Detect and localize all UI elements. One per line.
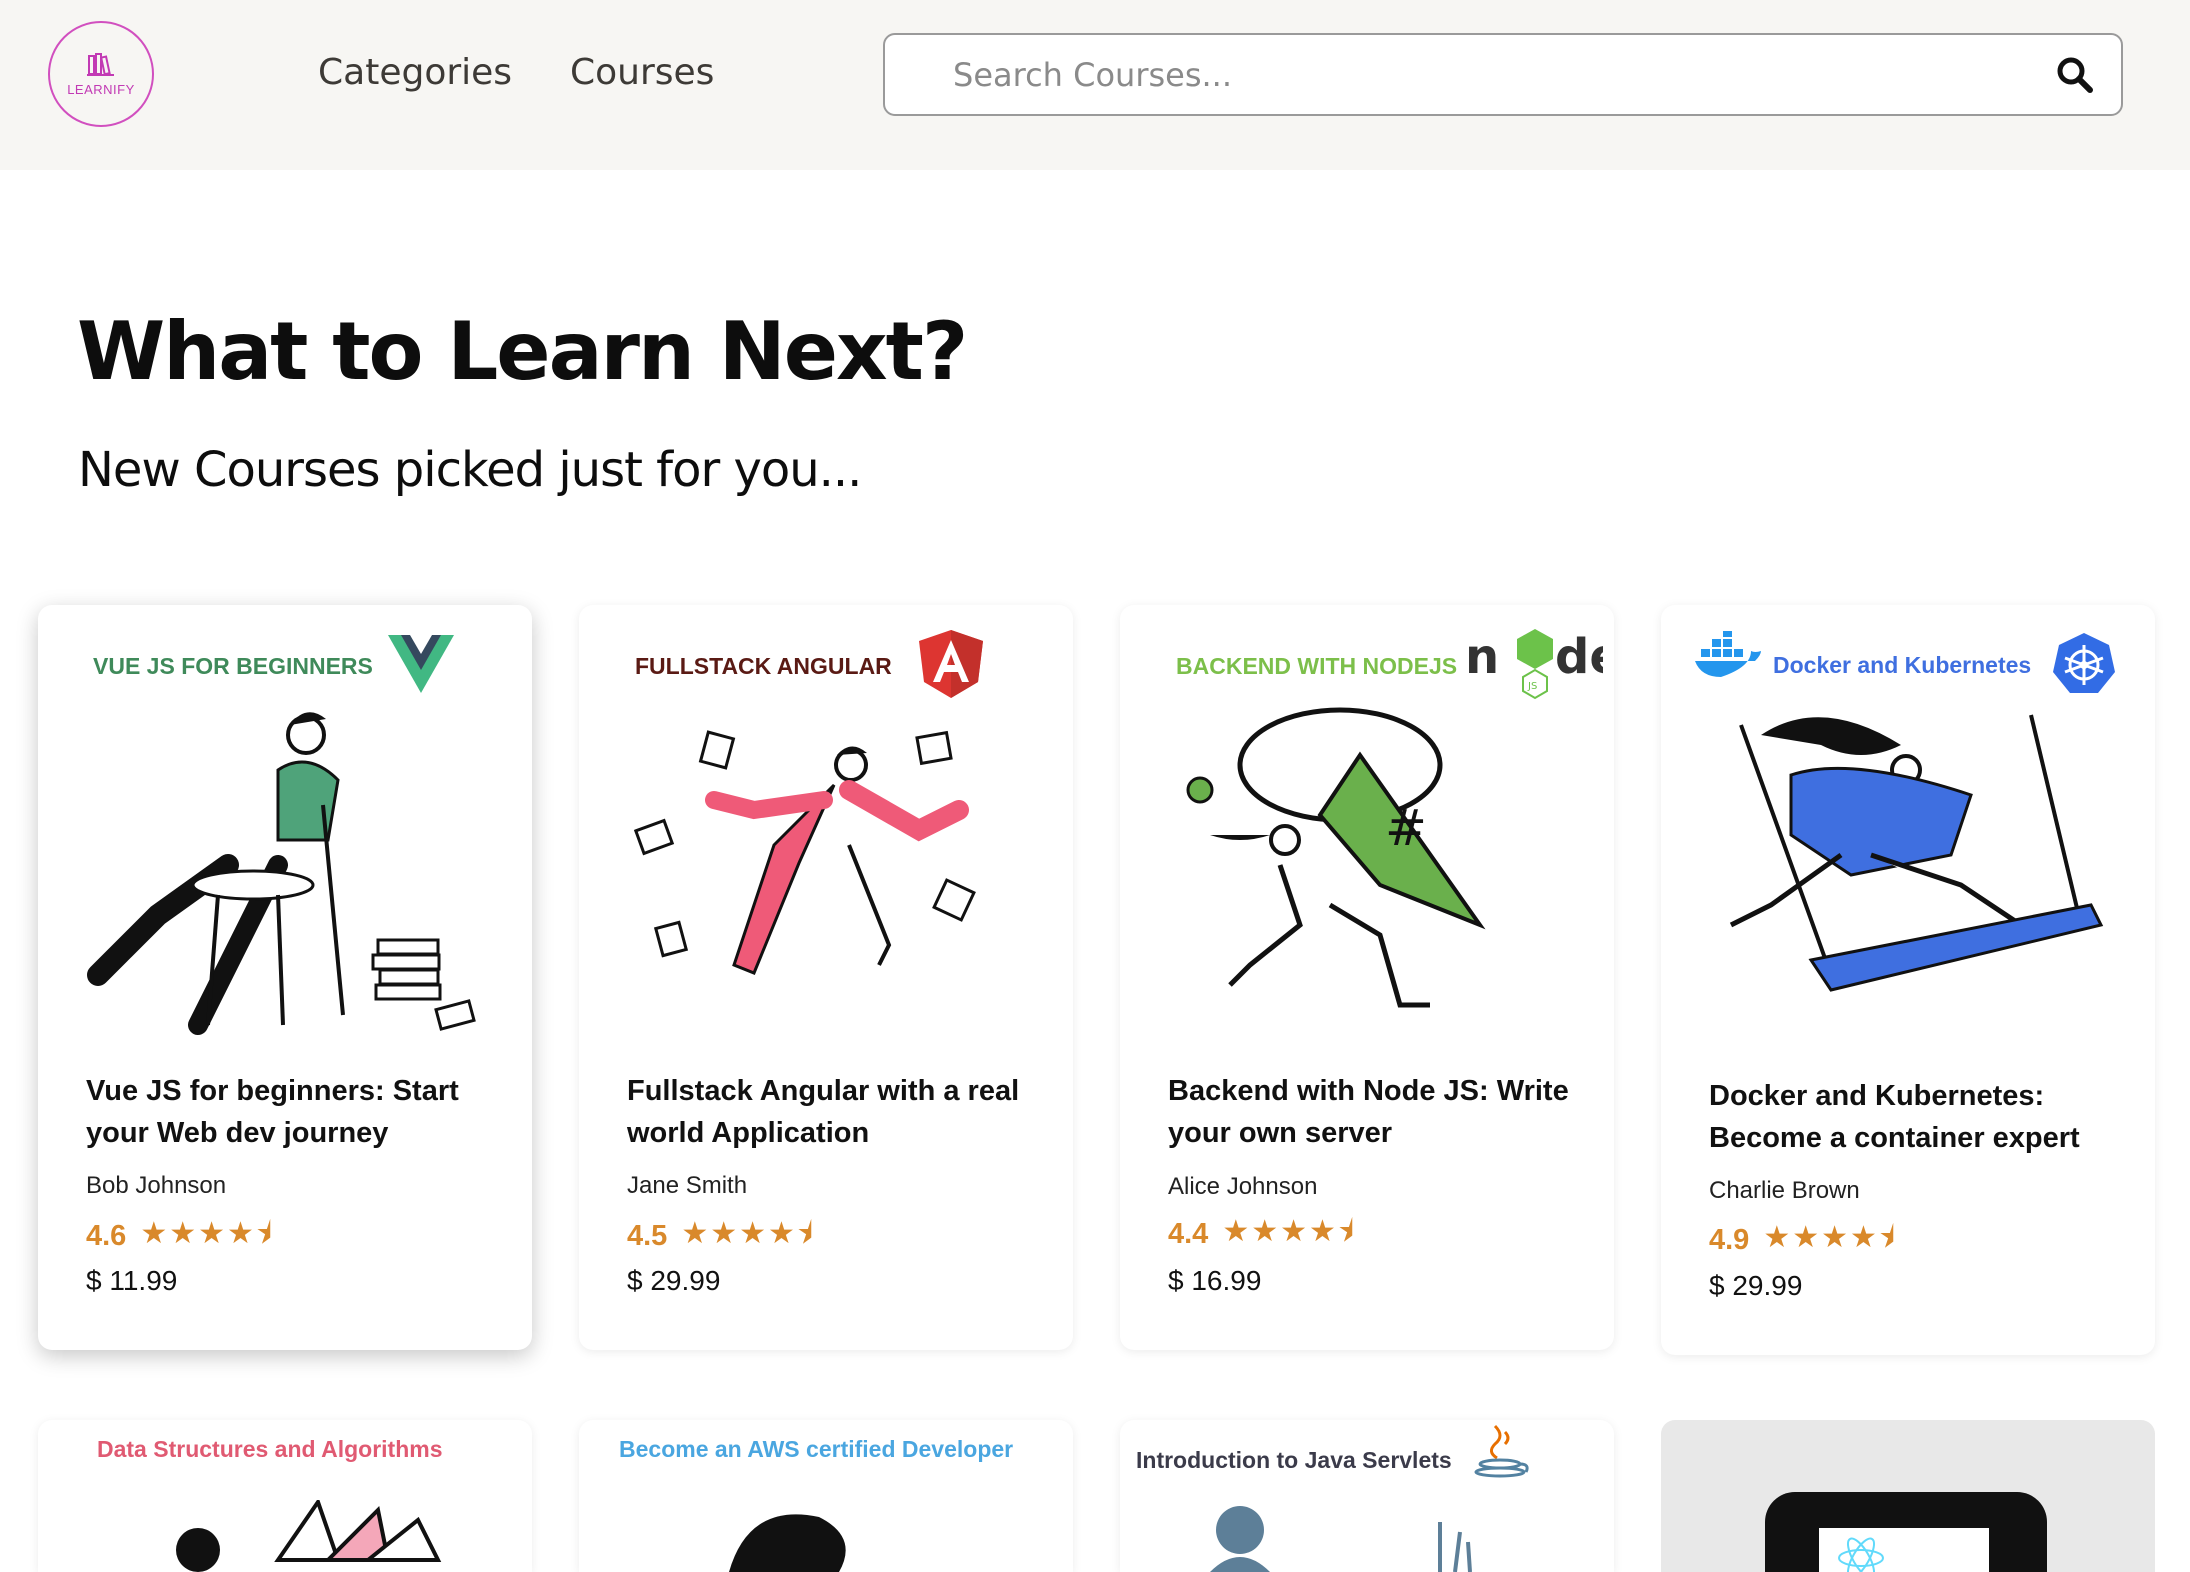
course-card-docker[interactable]: Docker and Kubernetes Docker and Kuberne… (1661, 605, 2155, 1355)
star-rating-icon: ★★★★⯨ (140, 1217, 274, 1250)
react-laptop-illustration (1765, 1492, 2047, 1572)
search-input[interactable] (951, 49, 1995, 101)
course-price: $ 16.99 (1168, 1265, 1262, 1296)
course-author: Charlie Brown (1709, 1177, 1860, 1204)
course-tag: VUE JS FOR BEGINNERS (93, 653, 373, 679)
rating-value: 4.5 (627, 1220, 668, 1252)
svg-text:JS: JS (1527, 681, 1537, 692)
star-rating-icon: ★★★★⯨ (1222, 1215, 1356, 1248)
card-header: FULLSTACK ANGULAR (579, 630, 1073, 705)
course-card-angular[interactable]: FULLSTACK ANGULAR Fullstack Angular with… (579, 605, 1073, 1350)
rating-value: 4.9 (1709, 1224, 1750, 1256)
person-reading-chair-illustration (87, 712, 476, 1035)
course-card-nodejs[interactable]: BACKEND WITH NODEJS n de JS # Backend wi… (1120, 605, 1614, 1350)
course-tag: Become an AWS certified Developer (619, 1436, 1014, 1462)
course-author: Jane Smith (627, 1172, 748, 1199)
svg-text:de: de (1555, 629, 1603, 685)
page-subtitle: New Courses picked just for you... (78, 442, 862, 498)
course-author: Bob Johnson (86, 1172, 227, 1199)
docker-logo-icon (1695, 631, 1761, 677)
nav-categories[interactable]: Categories (318, 52, 512, 93)
course-rating: 4.4 ★★★★⯨ (1168, 1209, 1356, 1260)
java-servlets-illustration (1210, 1506, 1472, 1572)
card-header: BACKEND WITH NODEJS n de JS (1120, 629, 1614, 705)
course-card-vue[interactable]: VUE JS FOR BEGINNERS Vue JS for beginner… (38, 605, 532, 1350)
rating-value: 4.4 (1168, 1218, 1209, 1250)
search-bar (883, 33, 2123, 116)
kubernetes-logo-icon (2053, 633, 2115, 693)
course-price: $ 11.99 (86, 1265, 178, 1296)
course-tag: FULLSTACK ANGULAR (635, 653, 892, 679)
nav-courses[interactable]: Courses (570, 52, 714, 93)
page-title: What to Learn Next? (77, 305, 968, 398)
star-rating-icon: ★★★★⯨ (681, 1217, 815, 1250)
course-rating: 4.9 ★★★★⯨ (1709, 1215, 1897, 1266)
card-header: Docker and Kubernetes (1661, 631, 2155, 705)
nodejs-logo-icon: n de JS (1465, 629, 1603, 700)
top-header: LEARNIFY Categories Courses (0, 0, 2190, 170)
rating-value: 4.6 (86, 1220, 127, 1252)
java-logo-icon (1474, 1424, 1529, 1478)
logo-text: LEARNIFY (67, 81, 135, 97)
person-carrying-hash-illustration: # (1186, 707, 1486, 1008)
person-on-swing-illustration (1729, 714, 2104, 992)
course-price: $ 29.99 (1709, 1270, 1803, 1301)
svg-text:n: n (1465, 629, 1499, 685)
course-title[interactable]: Vue JS for beginners: Start your Web dev… (86, 1070, 506, 1154)
course-card-react[interactable] (1661, 1420, 2155, 1572)
course-tag: Docker and Kubernetes (1773, 652, 2032, 678)
course-price: $ 29.99 (627, 1265, 721, 1296)
course-tag: Data Structures and Algorithms (97, 1436, 443, 1462)
course-tag: BACKEND WITH NODEJS (1176, 653, 1458, 679)
course-rating: 4.5 ★★★★⯨ (627, 1211, 815, 1262)
angular-logo-icon (919, 630, 983, 698)
card-header: VUE JS FOR BEGINNERS (38, 635, 532, 705)
course-title[interactable]: Fullstack Angular with a real world Appl… (627, 1070, 1047, 1154)
person-running-papers-illustration (633, 730, 976, 975)
data-structures-illustration (176, 1500, 442, 1572)
course-title[interactable]: Docker and Kubernetes: Become a containe… (1709, 1075, 2129, 1159)
course-title[interactable]: Backend with Node JS: Write your own ser… (1168, 1070, 1588, 1154)
course-rating: 4.6 ★★★★⯨ (86, 1211, 274, 1262)
vue-logo-icon (388, 635, 454, 693)
search-icon[interactable] (2055, 55, 2095, 95)
course-tag: Introduction to Java Servlets (1136, 1447, 1452, 1473)
course-card-aws[interactable]: Become an AWS certified Developer (579, 1420, 1073, 1572)
learnify-logo[interactable]: LEARNIFY (48, 21, 154, 127)
star-rating-icon: ★★★★⯨ (1763, 1221, 1897, 1254)
course-card-java[interactable]: Introduction to Java Servlets (1120, 1420, 1614, 1572)
svg-text:#: # (1385, 799, 1427, 857)
books-icon (87, 52, 114, 76)
course-card-dsa[interactable]: Data Structures and Algorithms (38, 1420, 532, 1572)
course-author: Alice Johnson (1168, 1173, 1318, 1200)
aws-developer-illustration (729, 1514, 846, 1572)
